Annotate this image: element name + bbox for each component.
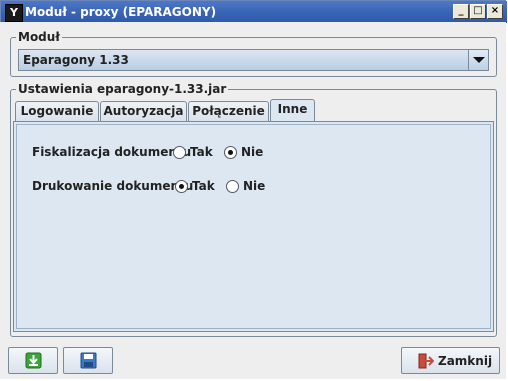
tab-autoryzacja[interactable]: Autoryzacja [100,101,187,122]
drukowanie-label: Drukowanie dokumentu [32,179,194,193]
app-icon: Y [5,4,23,22]
drukowanie-tak-label[interactable]: Tak [192,179,215,194]
tab-polaczenie[interactable]: Połączenie [188,101,269,122]
download-button[interactable] [8,347,58,374]
module-group-label: Moduł [16,30,62,44]
fiskalizacja-nie-radio[interactable] [224,146,237,159]
fiskalizacja-label: Fiskalizacja dokumentu [32,145,192,159]
fiskalizacja-tak-radio[interactable] [173,146,186,159]
fiskalizacja-nie-label[interactable]: Nie [241,145,263,160]
tab-logowanie[interactable]: Logowanie [15,101,99,122]
close-window-button[interactable]: × [487,4,503,19]
drukowanie-nie-label[interactable]: Nie [243,179,265,194]
drukowanie-tak-radio[interactable] [175,180,188,193]
window-title: Moduł - proxy (EPARAGONY) [25,5,217,19]
chevron-down-icon[interactable] [468,50,488,70]
drukowanie-nie-radio[interactable] [226,180,239,193]
zamknij-label: Zamknij [438,354,493,368]
maximize-button[interactable]: □ [470,4,486,19]
zamknij-button[interactable]: Zamknij [401,347,500,374]
title-bar[interactable]: Y Moduł - proxy (EPARAGONY) _ □ × [1,1,507,23]
fiskalizacja-tak-label[interactable]: Tak [190,145,213,160]
module-select-value: Eparagony 1.33 [23,53,129,67]
minimize-button[interactable]: _ [453,4,469,19]
tab-inne[interactable]: Inne [270,99,315,122]
settings-group-label: Ustawienia eparagony-1.33.jar [16,82,229,96]
save-button[interactable] [63,347,113,374]
exit-door-icon [418,353,435,369]
module-select[interactable]: Eparagony 1.33 [18,49,489,71]
download-arrow-icon [25,352,42,369]
floppy-disk-icon [80,352,97,369]
